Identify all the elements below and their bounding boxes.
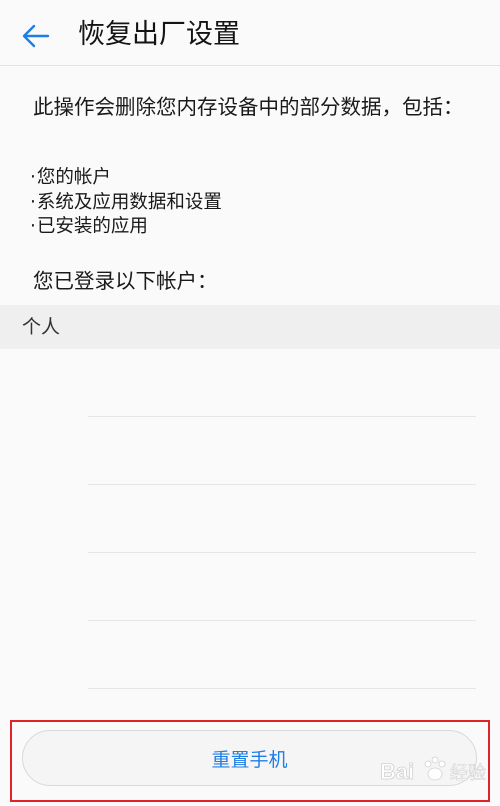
list-item: 已安装的应用 (30, 215, 222, 240)
reset-phone-button[interactable]: 重置手机 (22, 730, 477, 786)
arrow-left-icon (22, 24, 50, 48)
row-divider (88, 620, 476, 621)
account-row[interactable] (0, 418, 500, 485)
account-row[interactable] (0, 486, 500, 553)
page-title: 恢复出厂设置 (78, 19, 240, 50)
row-divider (88, 688, 476, 689)
section-header-personal: 个人 (0, 305, 500, 349)
accounts-heading: 您已登录以下帐户： (33, 269, 218, 293)
app-bar: 恢复出厂设置 (0, 0, 500, 66)
row-divider (88, 552, 476, 553)
list-item: 系统及应用数据和设置 (30, 191, 222, 216)
account-row[interactable] (0, 622, 500, 689)
section-header-label: 个人 (22, 316, 61, 338)
row-divider (88, 484, 476, 485)
account-row[interactable] (0, 554, 500, 621)
account-row[interactable] (0, 350, 500, 417)
reset-description: 此操作会删除您内存设备中的部分数据，包括： (33, 95, 464, 119)
list-item: 您的帐户 (30, 166, 222, 191)
row-divider (88, 416, 476, 417)
back-button[interactable] (14, 16, 58, 56)
data-items-list: 您的帐户 系统及应用数据和设置 已安装的应用 (30, 166, 222, 240)
